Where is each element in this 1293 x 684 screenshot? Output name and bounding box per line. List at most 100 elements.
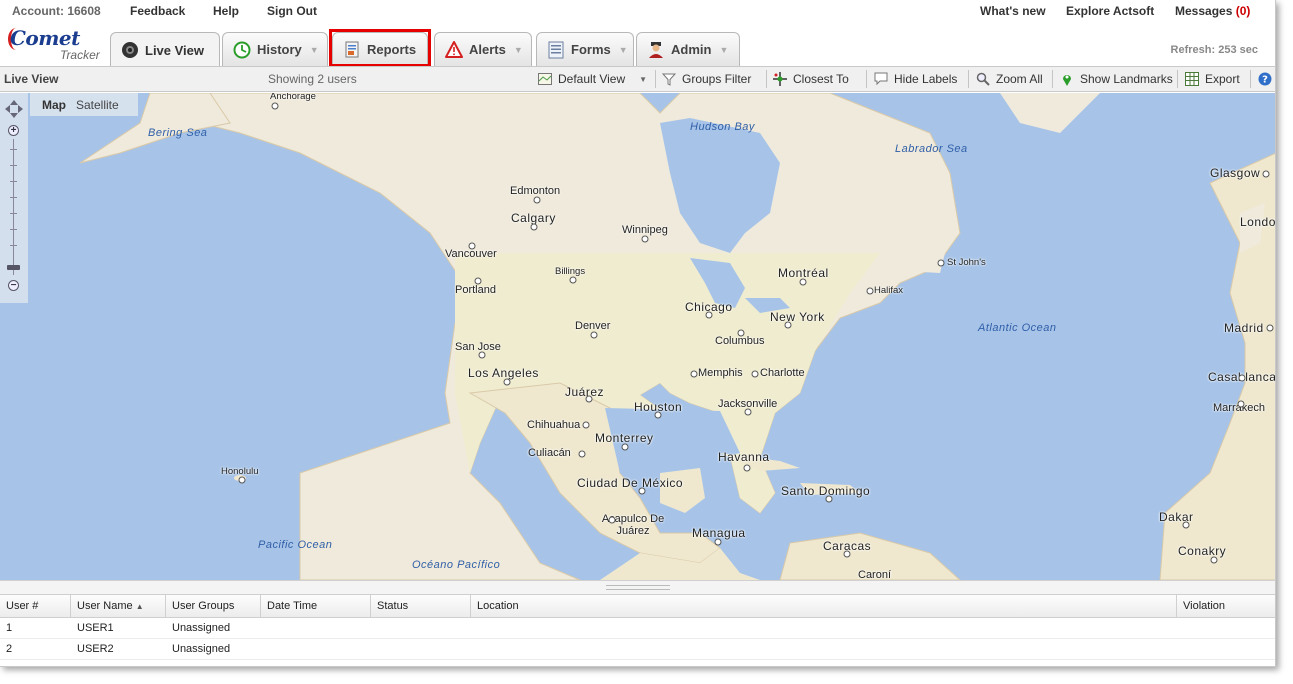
chevron-down-icon[interactable]: ▼: [310, 45, 319, 55]
zoom-all-button[interactable]: Zoom All: [976, 69, 1043, 89]
city-label: Anchorage: [270, 93, 316, 102]
zoom-tick: [10, 149, 17, 150]
zoom-tick: [10, 165, 17, 166]
messages-count: (0): [1235, 4, 1251, 18]
map-type-map[interactable]: Map: [42, 98, 66, 112]
city-label: Conakry: [1178, 544, 1227, 558]
chevron-down-icon[interactable]: ▼: [514, 45, 523, 55]
chevron-down-icon[interactable]: ▼: [619, 45, 628, 55]
help-button[interactable]: ?: [1258, 69, 1275, 89]
feedback-link[interactable]: Feedback: [130, 4, 185, 18]
column-header-status[interactable]: Status: [371, 595, 471, 618]
city-label: Billings: [555, 266, 586, 277]
column-header-user-number[interactable]: User #: [0, 595, 71, 618]
city-label: Chihuahua: [527, 419, 581, 431]
column-header-violation[interactable]: Violation: [1177, 595, 1275, 618]
map-land-layer: [79, 93, 1275, 580]
toolbar-divider: [766, 70, 767, 88]
default-view-dropdown[interactable]: Default View ▼: [538, 69, 647, 89]
sign-out-link[interactable]: Sign Out: [267, 4, 317, 18]
zoom-tick: [10, 197, 17, 198]
sort-ascending-icon: ▲: [135, 602, 144, 611]
cell-user-group: Unassigned: [172, 622, 231, 634]
city-label: Glasgow: [1210, 166, 1261, 180]
top-links-bar: Account: 16608 Feedback Help Sign Out Wh…: [0, 0, 1275, 22]
groups-filter-label: Groups Filter: [682, 72, 752, 86]
city-label: Havanna: [718, 450, 770, 464]
table-row[interactable]: 1 USER1 Unassigned: [0, 618, 1275, 639]
city-label: Londo: [1240, 215, 1276, 229]
splitter-grip-icon[interactable]: [606, 585, 670, 590]
city-label: Charlotte: [760, 367, 805, 379]
zoom-tick: [10, 181, 17, 182]
toolbar-divider: [968, 70, 969, 88]
table-row[interactable]: 2 USER2 Unassigned: [0, 639, 1275, 660]
help-link[interactable]: Help: [213, 4, 239, 18]
hide-labels-button[interactable]: Hide Labels: [874, 69, 957, 89]
clock-icon: [233, 41, 251, 59]
explore-actsoft-link[interactable]: Explore Actsoft: [1066, 4, 1154, 18]
pan-arrows-icon[interactable]: [4, 99, 24, 119]
city-label: Ciudad De México: [577, 476, 684, 490]
city-label: Honolulu: [221, 466, 259, 477]
svg-text:?: ?: [1262, 75, 1268, 86]
water-label: Atlantic Ocean: [978, 322, 1057, 334]
grid-header: User # User Name ▲ User Groups Date Time…: [0, 594, 1275, 618]
whats-new-link[interactable]: What's new: [980, 4, 1046, 18]
show-landmarks-button[interactable]: Show Landmarks: [1060, 69, 1173, 89]
toolbar-title: Live View: [4, 72, 59, 86]
city-label: Managua: [692, 526, 746, 540]
toolbar-divider: [655, 70, 656, 88]
export-button[interactable]: Export: [1185, 69, 1240, 89]
tab-label: History: [257, 42, 302, 57]
map-type-switcher: Map Satellite: [30, 93, 138, 116]
column-header-user-groups[interactable]: User Groups: [166, 595, 261, 618]
water-label: Hudson Bay: [690, 121, 755, 133]
zoom-slider-rail[interactable]: [13, 139, 14, 275]
tab-live-view[interactable]: Live View: [110, 32, 220, 67]
city-label: Casablanca: [1208, 370, 1276, 384]
messages-label: Messages: [1175, 4, 1233, 18]
city-label: New York: [770, 310, 825, 324]
city-label: Halifax: [874, 285, 904, 296]
tab-header: Comet Tracker Live View History ▼ Report…: [0, 22, 1275, 67]
messages-link[interactable]: Messages (0): [1175, 4, 1250, 18]
map-pin-icon: [1060, 72, 1074, 86]
map-type-satellite[interactable]: Satellite: [76, 98, 119, 112]
live-view-camera-icon: [121, 41, 139, 59]
city-label: Memphis: [698, 367, 743, 379]
hide-labels-label: Hide Labels: [894, 72, 958, 86]
column-header-user-name[interactable]: User Name ▲: [71, 595, 166, 618]
tab-label: Live View: [145, 42, 205, 58]
zoom-tick: [10, 213, 17, 214]
zoom-in-button[interactable]: +: [8, 125, 19, 136]
chevron-down-icon[interactable]: ▼: [719, 45, 728, 55]
zoom-slider-handle[interactable]: [7, 265, 20, 270]
city-label: Acapulco De Juárez: [601, 513, 665, 537]
tab-history[interactable]: History ▼: [222, 32, 328, 66]
tab-forms[interactable]: Forms ▼: [536, 32, 634, 66]
refresh-timer: Refresh: 253 sec: [1170, 44, 1258, 56]
map-view-icon: [538, 72, 552, 86]
tab-admin[interactable]: Admin ▼: [636, 32, 740, 66]
column-header-label: User Name: [77, 600, 133, 612]
city-label: Madrid: [1224, 321, 1264, 335]
zoom-all-label: Zoom All: [996, 72, 1043, 86]
cell-user-name: USER2: [77, 643, 114, 655]
city-label: Caracas: [823, 539, 872, 553]
column-header-date-time[interactable]: Date Time: [261, 595, 371, 618]
groups-filter-button[interactable]: Groups Filter: [661, 69, 752, 89]
city-label: San Jose: [455, 341, 501, 353]
city-label: Caroní: [858, 569, 892, 580]
cell-user-group: Unassigned: [172, 643, 231, 655]
speech-bubble-icon: [874, 72, 888, 86]
closest-to-button[interactable]: Closest To: [773, 69, 849, 89]
column-header-location[interactable]: Location: [471, 595, 1177, 618]
zoom-out-button[interactable]: −: [8, 280, 19, 291]
tab-alerts[interactable]: Alerts ▼: [434, 32, 532, 66]
magnifier-icon: [976, 72, 990, 86]
live-map[interactable]: + − Map Satellite Bering Sea Hudson Bay …: [0, 93, 1276, 580]
showing-users-count: Showing 2 users: [268, 72, 357, 86]
panel-splitter[interactable]: [0, 580, 1275, 594]
city-label: Chicago: [685, 300, 733, 314]
